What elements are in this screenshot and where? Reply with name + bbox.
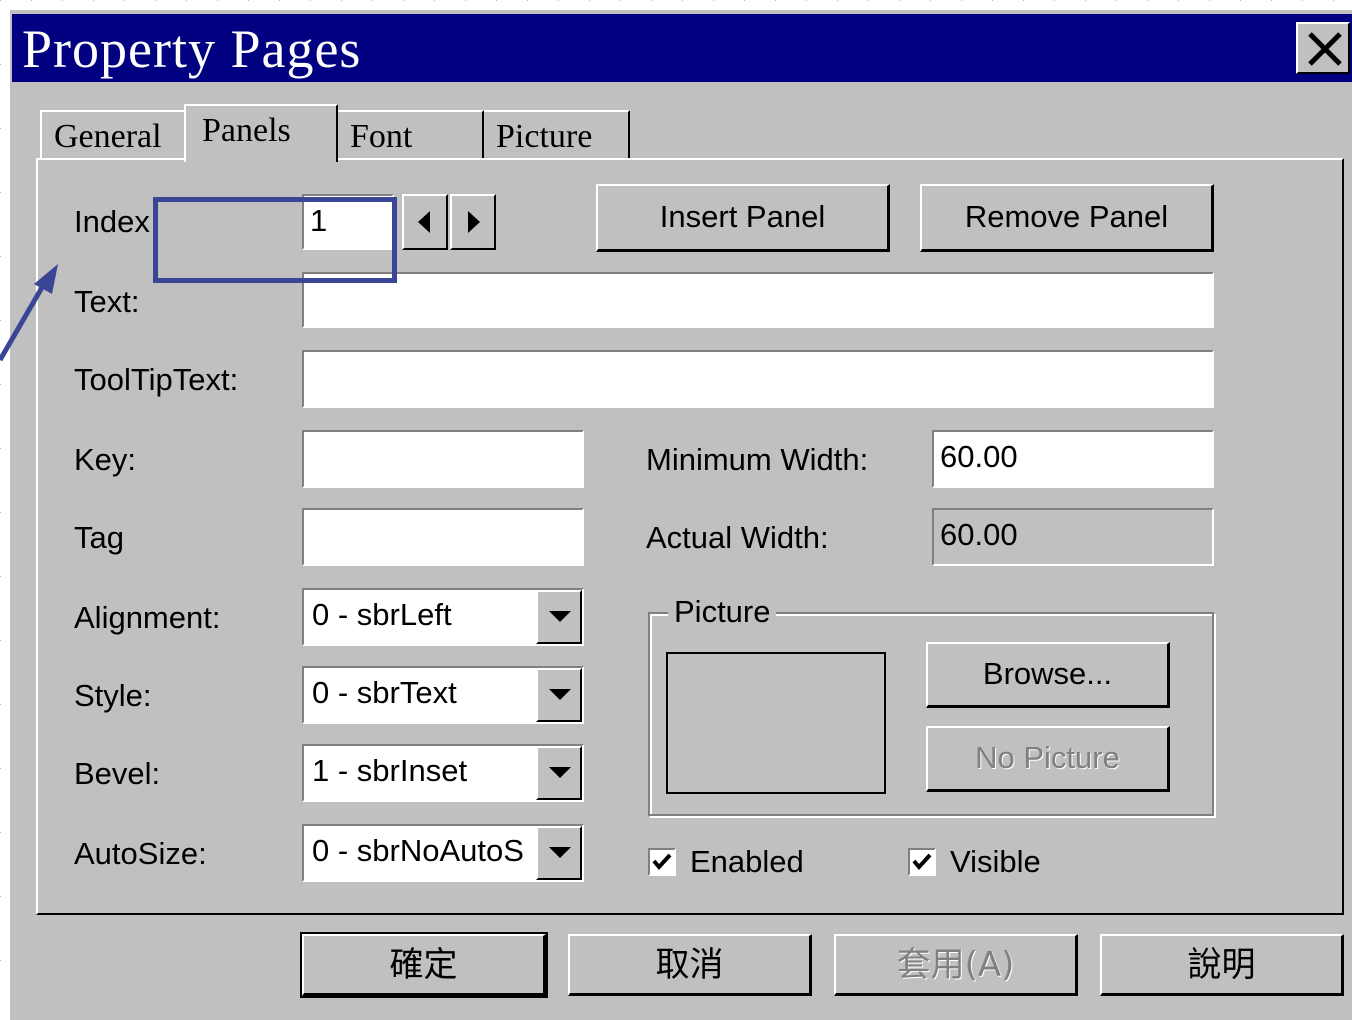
tab-general[interactable]: General	[40, 110, 186, 160]
autosize-dropdown[interactable]: 0 - sbrNoAutoS	[302, 824, 584, 882]
picture-group-label: Picture	[668, 594, 777, 630]
text-label: Text:	[74, 284, 140, 319]
tab-font-label: Font	[350, 118, 413, 155]
min-width-label: Minimum Width:	[646, 442, 869, 477]
chevron-down-icon[interactable]	[536, 746, 582, 800]
style-dropdown[interactable]: 0 - sbrText	[302, 666, 584, 724]
tag-field[interactable]	[302, 508, 584, 566]
style-label: Style:	[74, 678, 152, 713]
tab-picture[interactable]: Picture	[482, 110, 630, 160]
close-button[interactable]	[1296, 22, 1350, 74]
tab-general-label: General	[54, 118, 162, 155]
enabled-label[interactable]: Enabled	[690, 844, 804, 880]
tooltip-field[interactable]	[302, 350, 1214, 408]
tooltip-label: ToolTipText:	[74, 362, 239, 397]
index-prev-button[interactable]	[402, 194, 448, 250]
ok-button[interactable]: 確定	[300, 932, 548, 998]
browse-button[interactable]: Browse...	[926, 642, 1170, 708]
tag-label: Tag	[74, 520, 124, 555]
chevron-down-icon[interactable]	[536, 826, 582, 880]
enabled-checkbox[interactable]	[648, 848, 676, 876]
style-value: 0 - sbrText	[312, 675, 457, 710]
key-label: Key:	[74, 442, 137, 477]
tab-panels[interactable]: Panels	[184, 104, 338, 162]
close-icon	[1308, 32, 1342, 66]
right-arrow-icon	[468, 211, 480, 233]
bevel-dropdown[interactable]: 1 - sbrInset	[302, 744, 584, 802]
chevron-down-icon[interactable]	[536, 668, 582, 722]
actual-width-field: 60.00	[932, 508, 1214, 566]
alignment-dropdown[interactable]: 0 - sbrLeft	[302, 588, 584, 646]
remove-panel-button[interactable]: Remove Panel	[920, 184, 1214, 252]
index-highlight-box	[153, 197, 397, 283]
visible-checkbox[interactable]	[908, 848, 936, 876]
help-button[interactable]: 說明	[1100, 934, 1344, 996]
bevel-label: Bevel:	[74, 756, 161, 791]
text-field[interactable]	[302, 272, 1214, 328]
autosize-value: 0 - sbrNoAutoS	[312, 833, 524, 868]
tab-panels-label: Panels	[202, 112, 291, 149]
tab-font[interactable]: Font	[336, 110, 484, 160]
min-width-field[interactable]: 60.00	[932, 430, 1214, 488]
bevel-value: 1 - sbrInset	[312, 753, 468, 788]
chevron-down-icon[interactable]	[536, 590, 582, 644]
tab-picture-label: Picture	[496, 118, 593, 155]
left-arrow-icon	[418, 211, 430, 233]
actual-width-label: Actual Width:	[646, 520, 829, 555]
picture-preview	[666, 652, 886, 794]
checkmark-icon	[912, 853, 932, 871]
apply-button: 套用(A)	[834, 934, 1078, 996]
index-label: Index	[74, 204, 150, 239]
alignment-value: 0 - sbrLeft	[312, 597, 452, 632]
checkmark-icon	[652, 853, 672, 871]
key-field[interactable]	[302, 430, 584, 488]
annotation-arrow-icon	[0, 264, 58, 362]
insert-panel-button[interactable]: Insert Panel	[596, 184, 890, 252]
dialog-title: Property Pages	[22, 19, 362, 79]
alignment-label: Alignment:	[74, 600, 221, 635]
autosize-label: AutoSize:	[74, 836, 207, 871]
no-picture-button: No Picture	[926, 726, 1170, 792]
index-next-button[interactable]	[450, 194, 496, 250]
cancel-button[interactable]: 取消	[568, 934, 812, 996]
visible-label[interactable]: Visible	[950, 844, 1041, 880]
